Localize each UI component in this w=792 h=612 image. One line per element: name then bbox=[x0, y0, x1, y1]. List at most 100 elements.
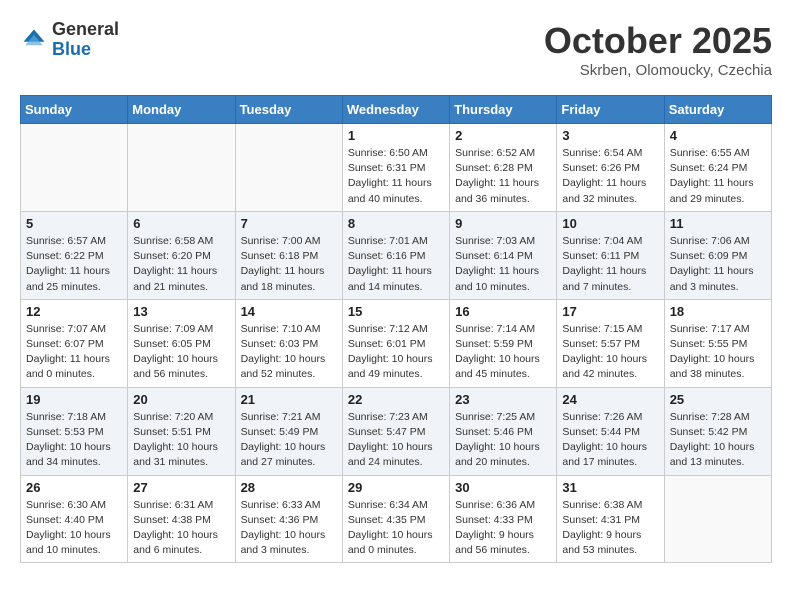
calendar-week-row: 26Sunrise: 6:30 AM Sunset: 4:40 PM Dayli… bbox=[21, 475, 772, 563]
calendar-day-cell: 12Sunrise: 7:07 AM Sunset: 6:07 PM Dayli… bbox=[21, 299, 128, 387]
weekday-saturday: Saturday bbox=[664, 96, 771, 124]
day-number: 22 bbox=[348, 392, 444, 407]
calendar-day-cell: 31 Sunrise: 6:38 AM Sunset: 4:31 PM Dayli… bbox=[557, 475, 664, 563]
calendar-day-cell bbox=[21, 124, 128, 212]
calendar-day-cell: 3 Sunrise: 6:54 AM Sunset: 6:26 PM Daylig… bbox=[557, 124, 664, 212]
day-info: Sunrise: 7:26 AM Sunset: 5:44 PM Dayligh… bbox=[562, 410, 658, 471]
day-number: 28 bbox=[241, 480, 337, 495]
day-info: Sunrise: 7:20 AM Sunset: 5:51 PM Dayligh… bbox=[133, 410, 229, 471]
day-number: 5 bbox=[26, 216, 122, 231]
day-number: 14 bbox=[241, 304, 337, 319]
calendar-day-cell: 19 Sunrise: 7:18 AM Sunset: 5:53 PM Dayli… bbox=[21, 387, 128, 475]
day-number: 16 bbox=[455, 304, 551, 319]
calendar-day-cell: 24Sunrise: 7:26 AM Sunset: 5:44 PM Dayli… bbox=[557, 387, 664, 475]
day-info: Sunrise: 6:52 AM Sunset: 6:28 PM Dayligh… bbox=[455, 146, 551, 207]
day-number: 20 bbox=[133, 392, 229, 407]
weekday-wednesday: Wednesday bbox=[342, 96, 449, 124]
day-info: Sunrise: 6:38 AM Sunset: 4:31 PM Dayligh… bbox=[562, 498, 658, 559]
calendar-day-cell: 5 Sunrise: 6:57 AM Sunset: 6:22 PM Daylig… bbox=[21, 211, 128, 299]
day-info: Sunrise: 6:33 AM Sunset: 4:36 PM Dayligh… bbox=[241, 498, 337, 559]
calendar-body: 1Sunrise: 6:50 AM Sunset: 6:31 PM Daylig… bbox=[21, 124, 772, 563]
day-number: 18 bbox=[670, 304, 766, 319]
day-info: Sunrise: 7:00 AM Sunset: 6:18 PM Dayligh… bbox=[241, 234, 337, 295]
day-info: Sunrise: 7:18 AM Sunset: 5:53 PM Dayligh… bbox=[26, 410, 122, 471]
day-info: Sunrise: 7:23 AM Sunset: 5:47 PM Dayligh… bbox=[348, 410, 444, 471]
day-info: Sunrise: 7:12 AM Sunset: 6:01 PM Dayligh… bbox=[348, 322, 444, 383]
logo: General Blue bbox=[20, 20, 119, 60]
logo-general: General bbox=[52, 20, 119, 40]
logo-text: General Blue bbox=[52, 20, 119, 60]
day-info: Sunrise: 7:14 AM Sunset: 5:59 PM Dayligh… bbox=[455, 322, 551, 383]
day-info: Sunrise: 6:34 AM Sunset: 4:35 PM Dayligh… bbox=[348, 498, 444, 559]
day-number: 9 bbox=[455, 216, 551, 231]
calendar-day-cell: 7 Sunrise: 7:00 AM Sunset: 6:18 PM Daylig… bbox=[235, 211, 342, 299]
day-number: 10 bbox=[562, 216, 658, 231]
day-info: Sunrise: 7:17 AM Sunset: 5:55 PM Dayligh… bbox=[670, 322, 766, 383]
calendar-week-row: 12Sunrise: 7:07 AM Sunset: 6:07 PM Dayli… bbox=[21, 299, 772, 387]
day-number: 7 bbox=[241, 216, 337, 231]
day-number: 26 bbox=[26, 480, 122, 495]
day-info: Sunrise: 7:21 AM Sunset: 5:49 PM Dayligh… bbox=[241, 410, 337, 471]
day-info: Sunrise: 7:15 AM Sunset: 5:57 PM Dayligh… bbox=[562, 322, 658, 383]
calendar-day-cell: 26Sunrise: 6:30 AM Sunset: 4:40 PM Dayli… bbox=[21, 475, 128, 563]
day-info: Sunrise: 7:25 AM Sunset: 5:46 PM Dayligh… bbox=[455, 410, 551, 471]
location: Skrben, Olomoucky, Czechia bbox=[544, 62, 772, 79]
day-number: 11 bbox=[670, 216, 766, 231]
day-number: 23 bbox=[455, 392, 551, 407]
calendar-day-cell: 23 Sunrise: 7:25 AM Sunset: 5:46 PM Dayli… bbox=[450, 387, 557, 475]
day-info: Sunrise: 7:06 AM Sunset: 6:09 PM Dayligh… bbox=[670, 234, 766, 295]
day-number: 21 bbox=[241, 392, 337, 407]
calendar-day-cell: 17Sunrise: 7:15 AM Sunset: 5:57 PM Dayli… bbox=[557, 299, 664, 387]
title-block: October 2025 Skrben, Olomoucky, Czechia bbox=[544, 20, 772, 79]
day-info: Sunrise: 6:50 AM Sunset: 6:31 PM Dayligh… bbox=[348, 146, 444, 207]
calendar-day-cell bbox=[235, 124, 342, 212]
day-number: 29 bbox=[348, 480, 444, 495]
calendar-week-row: 1Sunrise: 6:50 AM Sunset: 6:31 PM Daylig… bbox=[21, 124, 772, 212]
day-info: Sunrise: 6:31 AM Sunset: 4:38 PM Dayligh… bbox=[133, 498, 229, 559]
weekday-sunday: Sunday bbox=[21, 96, 128, 124]
calendar-day-cell: 6 Sunrise: 6:58 AM Sunset: 6:20 PM Daylig… bbox=[128, 211, 235, 299]
day-info: Sunrise: 7:03 AM Sunset: 6:14 PM Dayligh… bbox=[455, 234, 551, 295]
calendar-day-cell: 10 Sunrise: 7:04 AM Sunset: 6:11 PM Dayli… bbox=[557, 211, 664, 299]
calendar-day-cell: 18 Sunrise: 7:17 AM Sunset: 5:55 PM Dayli… bbox=[664, 299, 771, 387]
day-number: 2 bbox=[455, 128, 551, 143]
day-number: 8 bbox=[348, 216, 444, 231]
calendar-header: SundayMondayTuesdayWednesdayThursdayFrid… bbox=[21, 96, 772, 124]
day-number: 30 bbox=[455, 480, 551, 495]
weekday-monday: Monday bbox=[128, 96, 235, 124]
calendar-day-cell: 9 Sunrise: 7:03 AM Sunset: 6:14 PM Daylig… bbox=[450, 211, 557, 299]
calendar-day-cell: 16 Sunrise: 7:14 AM Sunset: 5:59 PM Dayli… bbox=[450, 299, 557, 387]
logo-blue: Blue bbox=[52, 40, 119, 60]
day-number: 27 bbox=[133, 480, 229, 495]
day-number: 13 bbox=[133, 304, 229, 319]
day-info: Sunrise: 7:04 AM Sunset: 6:11 PM Dayligh… bbox=[562, 234, 658, 295]
day-number: 31 bbox=[562, 480, 658, 495]
calendar-table: SundayMondayTuesdayWednesdayThursdayFrid… bbox=[20, 95, 772, 563]
calendar-day-cell: 30 Sunrise: 6:36 AM Sunset: 4:33 PM Dayli… bbox=[450, 475, 557, 563]
logo-icon bbox=[20, 26, 48, 54]
day-info: Sunrise: 6:57 AM Sunset: 6:22 PM Dayligh… bbox=[26, 234, 122, 295]
day-info: Sunrise: 6:58 AM Sunset: 6:20 PM Dayligh… bbox=[133, 234, 229, 295]
day-number: 6 bbox=[133, 216, 229, 231]
calendar-day-cell: 2 Sunrise: 6:52 AM Sunset: 6:28 PM Daylig… bbox=[450, 124, 557, 212]
weekday-friday: Friday bbox=[557, 96, 664, 124]
calendar-day-cell: 11 Sunrise: 7:06 AM Sunset: 6:09 PM Dayli… bbox=[664, 211, 771, 299]
calendar-week-row: 5 Sunrise: 6:57 AM Sunset: 6:22 PM Daylig… bbox=[21, 211, 772, 299]
calendar-day-cell: 4 Sunrise: 6:55 AM Sunset: 6:24 PM Daylig… bbox=[664, 124, 771, 212]
calendar-day-cell bbox=[664, 475, 771, 563]
weekday-thursday: Thursday bbox=[450, 96, 557, 124]
day-number: 15 bbox=[348, 304, 444, 319]
calendar-day-cell: 25Sunrise: 7:28 AM Sunset: 5:42 PM Dayli… bbox=[664, 387, 771, 475]
calendar-day-cell: 29 Sunrise: 6:34 AM Sunset: 4:35 PM Dayli… bbox=[342, 475, 449, 563]
day-number: 19 bbox=[26, 392, 122, 407]
day-info: Sunrise: 6:55 AM Sunset: 6:24 PM Dayligh… bbox=[670, 146, 766, 207]
calendar-day-cell: 20 Sunrise: 7:20 AM Sunset: 5:51 PM Dayli… bbox=[128, 387, 235, 475]
day-number: 4 bbox=[670, 128, 766, 143]
calendar-day-cell: 1Sunrise: 6:50 AM Sunset: 6:31 PM Daylig… bbox=[342, 124, 449, 212]
day-info: Sunrise: 6:36 AM Sunset: 4:33 PM Dayligh… bbox=[455, 498, 551, 559]
day-number: 12 bbox=[26, 304, 122, 319]
weekday-header-row: SundayMondayTuesdayWednesdayThursdayFrid… bbox=[21, 96, 772, 124]
day-info: Sunrise: 6:54 AM Sunset: 6:26 PM Dayligh… bbox=[562, 146, 658, 207]
day-number: 3 bbox=[562, 128, 658, 143]
weekday-tuesday: Tuesday bbox=[235, 96, 342, 124]
